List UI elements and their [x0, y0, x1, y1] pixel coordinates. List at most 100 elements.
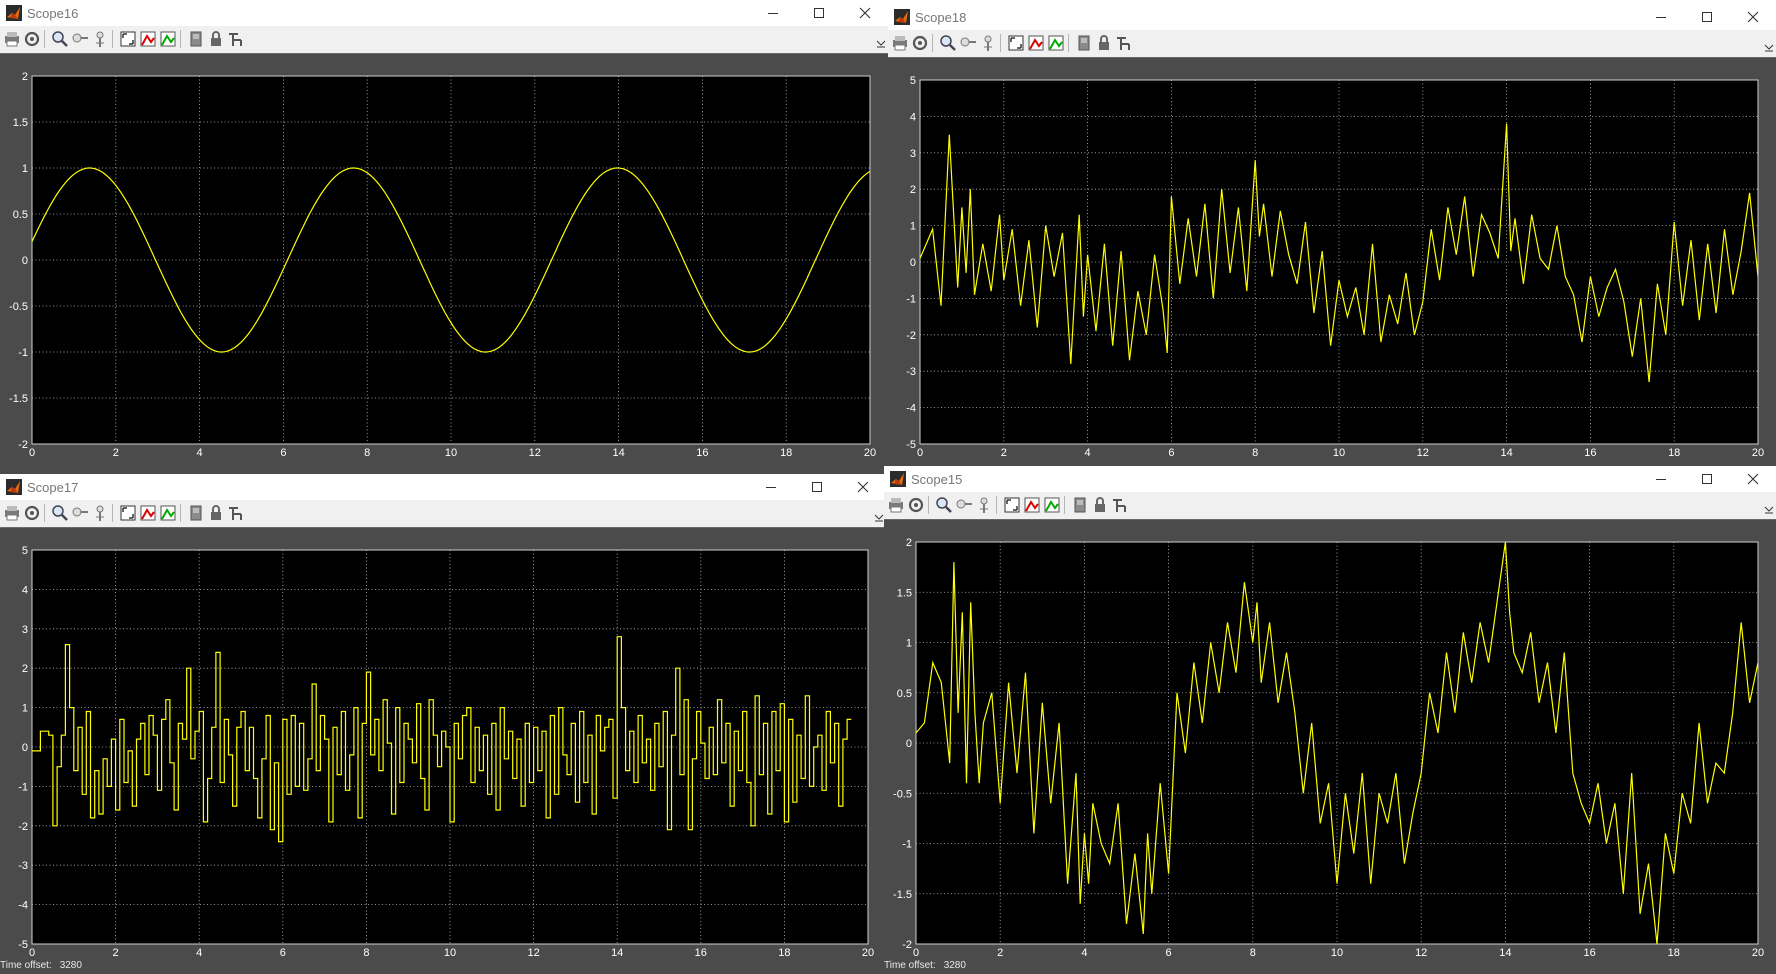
zoom-button[interactable] — [938, 33, 958, 53]
toolbar-separator — [180, 504, 181, 522]
time-offset — [0, 460, 16, 471]
close-button[interactable] — [1730, 4, 1776, 30]
signal-selection-button[interactable] — [1110, 495, 1130, 515]
maximize-button[interactable] — [794, 474, 840, 500]
parameters-icon — [910, 35, 930, 57]
zoom-y-button[interactable] — [90, 503, 110, 523]
title-bar[interactable]: Scope16 — [0, 0, 888, 26]
restore-axes-settings-icon — [1046, 35, 1066, 57]
matlab-logo-icon — [890, 471, 906, 487]
zoom-x-button[interactable] — [958, 33, 978, 53]
floating-scope-icon — [186, 31, 206, 53]
lock-axes-button[interactable] — [1090, 495, 1110, 515]
minimize-button[interactable] — [1638, 466, 1684, 492]
floating-scope-button[interactable] — [186, 29, 206, 49]
save-axes-settings-button[interactable] — [1022, 495, 1042, 515]
plot-background — [32, 76, 870, 444]
signal-selection-icon — [226, 33, 246, 53]
close-button[interactable] — [840, 474, 886, 500]
x-tick-label: 20 — [1752, 447, 1764, 459]
y-tick-label: -2 — [906, 330, 916, 342]
zoom-x-button[interactable] — [70, 29, 90, 49]
zoom-x-icon — [954, 499, 974, 519]
autoscale-button[interactable] — [118, 503, 138, 523]
y-tick-label: 4 — [910, 111, 916, 123]
save-axes-settings-icon — [1026, 35, 1046, 57]
signal-selection-button[interactable] — [226, 29, 246, 49]
floating-scope-button[interactable] — [1070, 495, 1090, 515]
x-tick-label: 12 — [1415, 947, 1427, 959]
toolbar-overflow-icon[interactable] — [1764, 40, 1774, 52]
zoom-y-icon — [90, 31, 110, 53]
zoom-button[interactable] — [50, 503, 70, 523]
y-tick-label: 1 — [910, 221, 916, 233]
restore-axes-settings-button[interactable] — [1046, 33, 1066, 53]
zoom-y-button[interactable] — [90, 29, 110, 49]
minimize-button[interactable] — [748, 474, 794, 500]
lock-axes-button[interactable] — [206, 29, 226, 49]
parameters-button[interactable] — [910, 33, 930, 53]
zoom-x-button[interactable] — [70, 503, 90, 523]
window-title: Scope15 — [911, 472, 963, 487]
zoom-x-icon — [70, 507, 90, 527]
save-axes-settings-button[interactable] — [138, 503, 158, 523]
print-button[interactable] — [886, 495, 906, 515]
minimize-button[interactable] — [1638, 4, 1684, 30]
y-tick-label: 1.5 — [897, 587, 912, 599]
maximize-button[interactable] — [1684, 466, 1730, 492]
toolbar-overflow-icon[interactable] — [874, 510, 884, 522]
parameters-button[interactable] — [906, 495, 926, 515]
restore-axes-settings-button[interactable] — [158, 29, 178, 49]
autoscale-button[interactable] — [118, 29, 138, 49]
title-bar[interactable]: Scope17 — [0, 474, 886, 500]
y-tick-label: -2 — [18, 821, 28, 833]
zoom-y-button[interactable] — [974, 495, 994, 515]
toolbar-overflow-icon[interactable] — [1764, 502, 1774, 514]
floating-scope-button[interactable] — [1074, 33, 1094, 53]
zoom-button[interactable] — [934, 495, 954, 515]
autoscale-button[interactable] — [1006, 33, 1026, 53]
x-tick-label: 2 — [1001, 447, 1007, 459]
restore-axes-settings-button[interactable] — [158, 503, 178, 523]
toolbar-separator — [932, 34, 933, 52]
y-tick-label: 5 — [910, 75, 916, 87]
restore-axes-settings-button[interactable] — [1042, 495, 1062, 515]
x-tick-label: 8 — [1250, 947, 1256, 959]
print-button[interactable] — [2, 503, 22, 523]
toolbar-separator — [180, 30, 181, 48]
toolbar-separator — [112, 504, 113, 522]
save-axes-settings-button[interactable] — [1026, 33, 1046, 53]
close-button[interactable] — [1730, 466, 1776, 492]
restore-axes-settings-icon — [158, 31, 178, 53]
y-tick-label: 0.5 — [13, 209, 28, 221]
maximize-button[interactable] — [1684, 4, 1730, 30]
autoscale-button[interactable] — [1002, 495, 1022, 515]
print-button[interactable] — [890, 33, 910, 53]
zoom-y-button[interactable] — [978, 33, 998, 53]
signal-selection-button[interactable] — [1114, 33, 1134, 53]
title-bar[interactable]: Scope15 — [884, 466, 1776, 492]
maximize-button[interactable] — [796, 0, 842, 26]
zoom-button[interactable] — [50, 29, 70, 49]
restore-axes-settings-icon — [1042, 497, 1062, 519]
floating-scope-icon — [1070, 497, 1090, 519]
signal-selection-icon — [1114, 37, 1134, 57]
print-button[interactable] — [2, 29, 22, 49]
zoom-x-button[interactable] — [954, 495, 974, 515]
save-axes-settings-button[interactable] — [138, 29, 158, 49]
close-button[interactable] — [842, 0, 888, 26]
toolbar-overflow-icon[interactable] — [876, 36, 886, 48]
lock-axes-button[interactable] — [206, 503, 226, 523]
floating-scope-button[interactable] — [186, 503, 206, 523]
title-bar[interactable]: Scope18 — [888, 4, 1776, 30]
x-tick-label: 0 — [29, 447, 35, 459]
parameters-button[interactable] — [22, 503, 42, 523]
lock-axes-button[interactable] — [1094, 33, 1114, 53]
minimize-button[interactable] — [750, 0, 796, 26]
y-tick-label: 0 — [910, 257, 916, 269]
x-tick-label: 0 — [29, 947, 35, 959]
save-axes-settings-icon — [138, 505, 158, 527]
parameters-button[interactable] — [22, 29, 42, 49]
autoscale-icon — [118, 31, 138, 53]
signal-selection-button[interactable] — [226, 503, 246, 523]
